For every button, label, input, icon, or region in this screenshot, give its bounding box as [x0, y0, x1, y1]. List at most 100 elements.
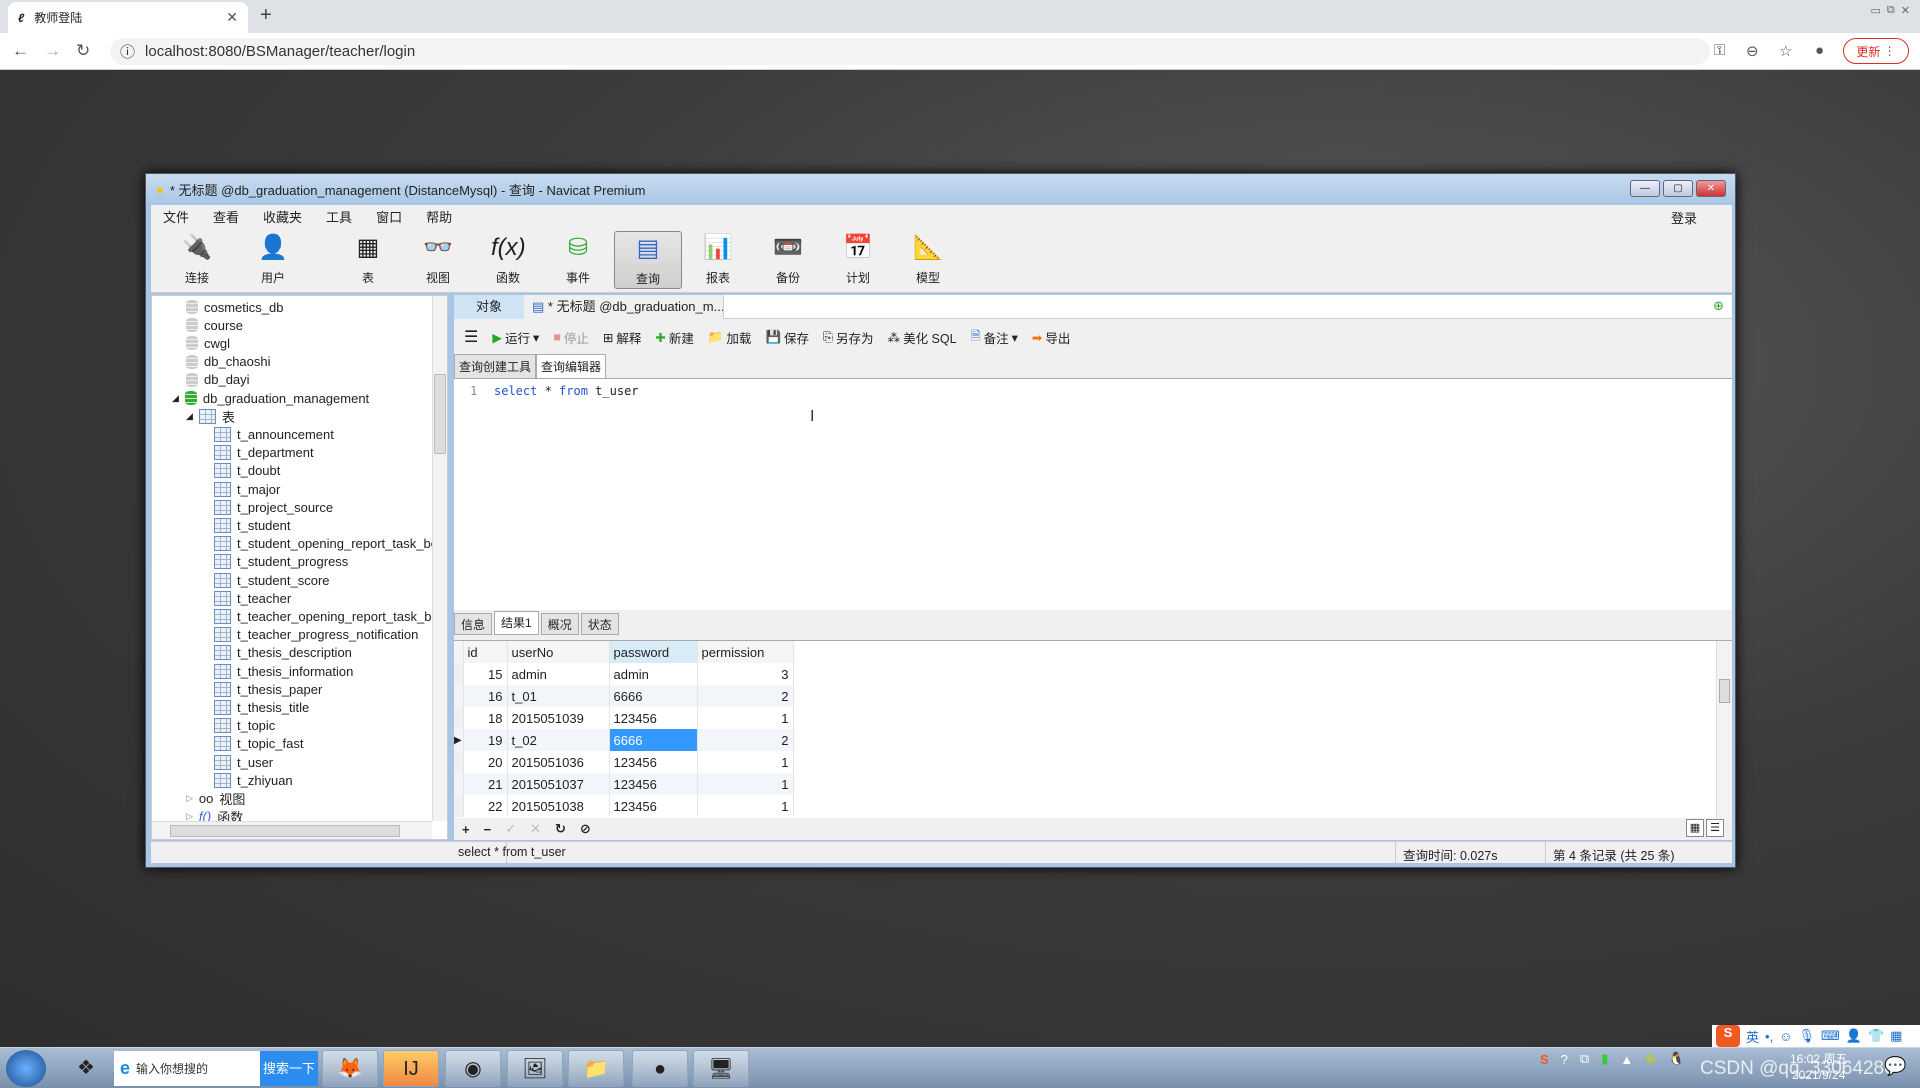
address-bar[interactable]: ⓘ localhost:8080/BSManager/teacher/login — [110, 38, 1710, 65]
close-icon[interactable]: ✕ — [1901, 4, 1910, 17]
cell-id[interactable]: 22 — [463, 795, 508, 817]
tree-item-database[interactable]: course — [186, 316, 243, 334]
comment-button[interactable]: 🗎 备注 ▾ — [971, 327, 1018, 348]
save-button[interactable]: 💾 保存 — [765, 328, 809, 347]
toolbar-view[interactable]: 👓 视图 — [404, 231, 472, 289]
info-icon[interactable]: ⓘ — [120, 41, 135, 62]
microphone-icon[interactable]: 🎙 — [1798, 1028, 1815, 1044]
cell-password[interactable]: 123456 — [609, 773, 698, 795]
beautify-sql-button[interactable]: ⁂ 美化 SQL — [888, 328, 957, 347]
tree-item-functions[interactable]: ▷ f() 函数 — [186, 808, 243, 821]
menu-view[interactable]: 查看 — [201, 207, 251, 226]
collapse-icon[interactable]: ▷ — [186, 811, 193, 821]
cell-permission[interactable]: 2 — [697, 685, 794, 707]
add-record-icon[interactable]: + — [462, 822, 470, 837]
tree-item-database[interactable]: cosmetics_db — [186, 298, 283, 316]
table-row[interactable]: 16 t_01 6666 2 — [454, 685, 794, 707]
tree-item-database[interactable]: db_dayi — [186, 371, 250, 389]
tab-info[interactable]: 信息 — [454, 613, 493, 635]
maximize-button[interactable]: ▢ — [1663, 180, 1693, 197]
photo-app-icon[interactable]: 🖼 — [507, 1050, 563, 1087]
row-marker[interactable] — [454, 795, 464, 817]
profile-icon[interactable]: ● — [1815, 42, 1824, 59]
tab-query-editor[interactable]: 查询编辑器 — [536, 354, 607, 379]
taskbar-search-input[interactable]: e 输入你想搜的 — [114, 1051, 260, 1086]
scrollbar-thumb[interactable] — [434, 374, 446, 454]
tree-item-views[interactable]: ▷ oo 视图 — [186, 789, 245, 807]
apply-icon[interactable]: ✓ — [505, 821, 516, 837]
grid-view-icon[interactable]: ▦ — [1686, 819, 1704, 837]
forward-icon[interactable]: → — [44, 41, 61, 61]
update-button[interactable]: 更新 ⋮ — [1843, 38, 1909, 64]
start-button[interactable] — [6, 1050, 46, 1087]
display-icon[interactable]: ⧉ — [1580, 1051, 1589, 1067]
row-marker[interactable] — [454, 773, 464, 795]
row-marker[interactable] — [454, 707, 464, 729]
navicat-taskbar-icon[interactable]: ● — [632, 1050, 688, 1087]
tree-vertical-scrollbar[interactable] — [432, 296, 447, 821]
user-icon[interactable]: 👤 — [1846, 1028, 1862, 1044]
tree-horizontal-scrollbar[interactable] — [152, 821, 432, 839]
cell-userno[interactable]: admin — [507, 663, 610, 685]
scrollbar-thumb[interactable] — [170, 825, 400, 837]
cell-id[interactable]: 21 — [463, 773, 508, 795]
tree-item-table[interactable]: t_thesis_description — [214, 644, 352, 662]
cell-userno[interactable]: 2015051036 — [507, 751, 610, 773]
login-link[interactable]: 登录 — [1671, 208, 1697, 227]
stop-query-icon[interactable]: ⊘ — [580, 821, 591, 837]
cell-password[interactable]: 123456 — [609, 707, 698, 729]
minimize-icon[interactable]: ▭ — [1871, 4, 1881, 17]
cell-permission[interactable]: 1 — [697, 751, 794, 773]
notification-icon[interactable]: 💬 — [1884, 1056, 1906, 1077]
back-icon[interactable]: ← — [12, 41, 29, 61]
browser-tab[interactable]: ℓ 教师登陆 ✕ — [8, 2, 248, 33]
security-icon[interactable]: ⊕ — [1645, 1051, 1656, 1067]
menu-window[interactable]: 窗口 — [364, 207, 414, 226]
reload-icon[interactable]: ↻ — [76, 41, 90, 61]
form-view-icon[interactable]: ☰ — [1706, 819, 1724, 837]
row-marker[interactable] — [454, 663, 464, 685]
cell-id[interactable]: 19 — [463, 729, 508, 751]
new-button[interactable]: ✚ 新建 — [655, 328, 694, 347]
tree-item-table[interactable]: t_student — [214, 516, 291, 534]
file-explorer-icon[interactable]: 📁 — [568, 1050, 624, 1087]
show-hidden-icon[interactable]: ▲ — [1620, 1052, 1633, 1067]
toolbar-schedule[interactable]: 📅 计划 — [824, 231, 892, 289]
tab-status[interactable]: 状态 — [580, 613, 619, 635]
tab-profile[interactable]: 概况 — [540, 613, 579, 635]
expand-icon[interactable]: ◢ — [172, 393, 179, 404]
menu-help[interactable]: 帮助 — [414, 207, 464, 226]
cell-password[interactable]: 123456 — [609, 795, 698, 817]
app-launcher-icon[interactable]: ❖ — [58, 1050, 114, 1087]
chrome-icon[interactable]: ◉ — [445, 1050, 501, 1087]
tree-item-table[interactable]: t_department — [214, 444, 314, 462]
restore-icon[interactable]: ⧉ — [1887, 4, 1895, 17]
table-row[interactable]: 21 2015051037 123456 1 — [454, 773, 794, 795]
tab-objects[interactable]: 对象 — [454, 295, 524, 319]
cell-id[interactable]: 20 — [463, 751, 508, 773]
delete-record-icon[interactable]: − — [484, 822, 492, 837]
tab-result1[interactable]: 结果1 — [494, 611, 539, 635]
toolbar-event[interactable]: ⛁ 事件 — [544, 231, 612, 289]
load-button[interactable]: 📁 加载 — [708, 328, 752, 347]
tree-item-table[interactable]: t_topic — [214, 717, 275, 735]
stop-button[interactable]: ■ 停止 — [553, 328, 589, 347]
tree-item-table[interactable]: t_announcement — [214, 425, 334, 443]
cell-permission[interactable]: 1 — [697, 795, 794, 817]
explain-button[interactable]: ⊞ 解释 — [603, 328, 642, 347]
toolbar-model[interactable]: 📐 模型 — [894, 231, 962, 289]
toolbar-table[interactable]: ▦ 表 — [334, 231, 402, 289]
star-icon[interactable]: ☆ — [1779, 42, 1792, 60]
firefox-icon[interactable]: 🦊 — [322, 1050, 378, 1087]
menu-tools[interactable]: 工具 — [314, 207, 364, 226]
toolbar-backup[interactable]: 📼 备份 — [754, 231, 822, 289]
tree-item-database[interactable]: db_chaoshi — [186, 353, 271, 371]
tab-query-builder[interactable]: 查询创建工具 — [454, 354, 537, 379]
table-row[interactable]: 20 2015051036 123456 1 — [454, 751, 794, 773]
tree-item-table[interactable]: t_zhiyuan — [214, 771, 293, 789]
column-header-userno[interactable]: userNo — [507, 641, 610, 663]
help-icon[interactable]: ? — [1561, 1052, 1568, 1067]
discard-icon[interactable]: ✕ — [530, 821, 541, 837]
cell-userno[interactable]: 2015051038 — [507, 795, 610, 817]
table-row[interactable]: 18 2015051039 123456 1 — [454, 707, 794, 729]
